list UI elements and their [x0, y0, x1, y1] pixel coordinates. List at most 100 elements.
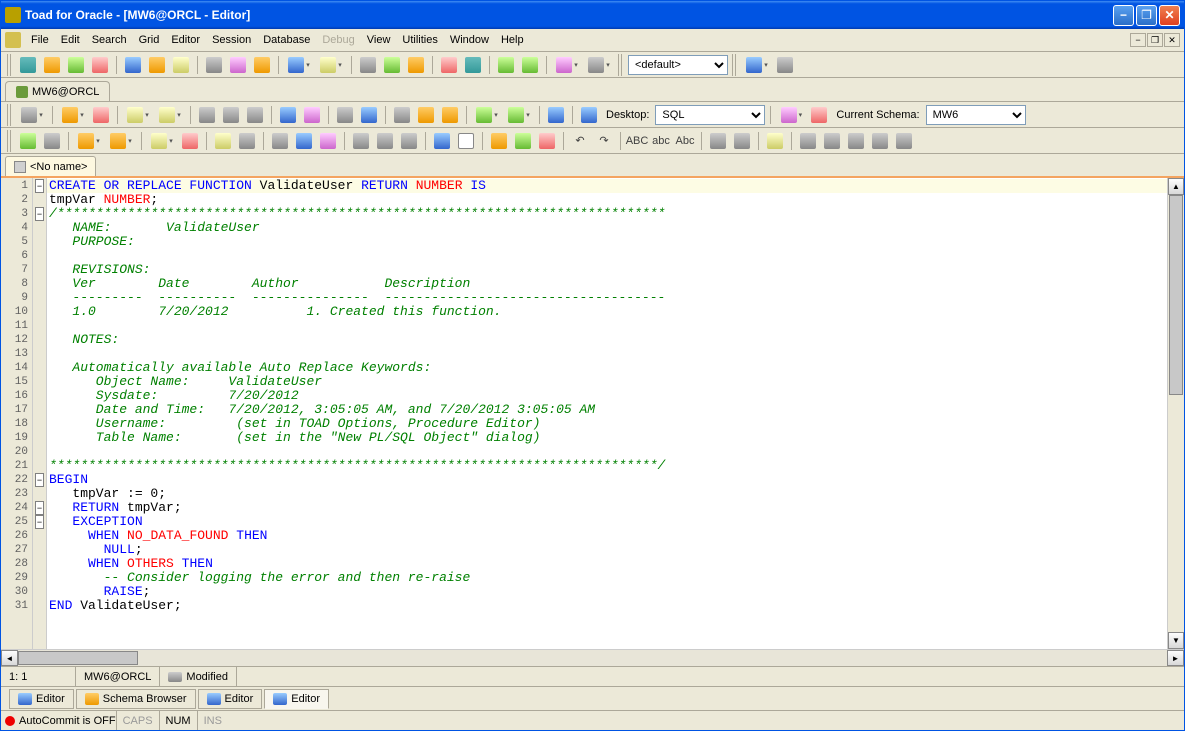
desktop-button[interactable] [578, 104, 600, 126]
toolbar-grip[interactable] [618, 54, 624, 76]
fold-toggle[interactable]: − [35, 515, 44, 529]
menu-help[interactable]: Help [495, 32, 530, 48]
lowercase-button[interactable]: abc [650, 130, 672, 152]
maximize-button[interactable] [1136, 5, 1157, 26]
menu-database[interactable]: Database [257, 32, 316, 48]
compile-deps-button[interactable] [106, 130, 136, 152]
run-script-button[interactable] [212, 130, 234, 152]
scroll-right-button[interactable]: ► [1167, 650, 1184, 666]
sql-editor-button[interactable] [122, 54, 144, 76]
outdent-button[interactable] [731, 130, 753, 152]
hscroll-thumb[interactable] [18, 651, 138, 665]
new-connection-button[interactable] [17, 54, 39, 76]
bookmark5-button[interactable] [893, 130, 915, 152]
schema-browser-button[interactable] [146, 54, 168, 76]
commit-button[interactable] [65, 54, 87, 76]
next-result-button[interactable] [764, 130, 786, 152]
menu-utilities[interactable]: Utilities [396, 32, 443, 48]
find-button[interactable] [552, 54, 582, 76]
schema-combo[interactable]: MW6 [926, 105, 1026, 125]
query-builder-button[interactable] [227, 54, 249, 76]
bottom-tab-editor-3[interactable]: Editor [264, 689, 329, 709]
format-button[interactable] [488, 130, 510, 152]
default-combo[interactable]: <default> [628, 55, 728, 75]
copy-button[interactable] [374, 130, 396, 152]
nav-fwd-button[interactable] [504, 104, 534, 126]
undo-button[interactable]: ↶ [569, 130, 591, 152]
fold-toggle[interactable]: − [35, 473, 44, 487]
toolbar-grip[interactable] [7, 104, 13, 126]
toolbar-grip[interactable] [732, 54, 738, 76]
mdi-close-button[interactable]: ✕ [1164, 33, 1180, 47]
download-button[interactable] [519, 54, 541, 76]
team-button[interactable] [742, 54, 772, 76]
execute-button[interactable] [17, 130, 39, 152]
explain-button[interactable] [415, 104, 437, 126]
menu-editor[interactable]: Editor [165, 32, 206, 48]
paste-button[interactable] [398, 130, 420, 152]
bookmark1-button[interactable] [797, 130, 819, 152]
reports-button[interactable] [316, 54, 346, 76]
execute-script-button[interactable] [41, 130, 63, 152]
end-connection-button[interactable] [41, 54, 63, 76]
code-area[interactable]: CREATE OR REPLACE FUNCTION ValidateUser … [47, 178, 1167, 649]
tuning-button[interactable] [439, 104, 461, 126]
grid-button[interactable] [391, 104, 413, 126]
schema-sync-button[interactable] [776, 104, 806, 126]
mdi-restore-button[interactable]: ❐ [1147, 33, 1163, 47]
close-button[interactable] [1159, 5, 1180, 26]
scroll-down-button[interactable]: ▼ [1168, 632, 1184, 649]
cancel-button[interactable] [808, 104, 830, 126]
toolbar-grip[interactable] [7, 54, 13, 76]
db-browser-button[interactable] [284, 54, 314, 76]
proc-editor-button[interactable] [170, 54, 192, 76]
comment-button[interactable] [512, 130, 534, 152]
close-tab-button[interactable] [90, 104, 112, 126]
describe-button[interactable] [358, 104, 380, 126]
minimize-button[interactable] [1113, 5, 1134, 26]
connection-tab[interactable]: MW6@ORCL [5, 81, 110, 101]
uppercase-button[interactable]: ABC [626, 130, 648, 152]
menu-window[interactable]: Window [444, 32, 495, 48]
cut-button[interactable] [350, 130, 372, 152]
automation-button[interactable] [381, 54, 403, 76]
save-button[interactable] [196, 104, 218, 126]
menu-session[interactable]: Session [206, 32, 257, 48]
toggle-breakpoint-button[interactable] [179, 130, 201, 152]
fold-toggle[interactable]: − [35, 179, 44, 193]
refresh-button[interactable] [774, 54, 796, 76]
bottom-tab-editor-0[interactable]: Editor [9, 689, 74, 709]
nav-back-button[interactable] [472, 104, 502, 126]
session-browser-button[interactable] [251, 54, 273, 76]
open-button[interactable] [123, 104, 153, 126]
indent-button[interactable] [707, 130, 729, 152]
save-all-button[interactable] [220, 104, 242, 126]
save-as-button[interactable] [244, 104, 266, 126]
export-button[interactable] [438, 54, 460, 76]
scroll-thumb[interactable] [1169, 195, 1183, 395]
profile-button[interactable] [293, 130, 315, 152]
execute-snippet-button[interactable] [236, 130, 258, 152]
new-doc-button[interactable] [431, 130, 453, 152]
trace-button[interactable] [269, 130, 291, 152]
bookmark2-button[interactable] [821, 130, 843, 152]
fold-toggle[interactable]: − [35, 501, 44, 515]
redo-button[interactable]: ↷ [593, 130, 615, 152]
document-tab[interactable]: <No name> [5, 156, 96, 176]
sql-recall-button[interactable] [277, 104, 299, 126]
open-recent-button[interactable] [155, 104, 185, 126]
toolbar-grip[interactable] [7, 130, 13, 152]
scroll-up-button[interactable]: ▲ [1168, 178, 1184, 195]
new-tab-button[interactable] [17, 104, 47, 126]
fold-toggle[interactable]: − [35, 207, 44, 221]
code-editor[interactable]: 1234567891011121314151617181920212223242… [1, 176, 1184, 649]
menu-search[interactable]: Search [86, 32, 133, 48]
bookmark3-button[interactable] [845, 130, 867, 152]
compare-button[interactable] [405, 54, 427, 76]
menu-edit[interactable]: Edit [55, 32, 86, 48]
mdi-minimize-button[interactable]: − [1130, 33, 1146, 47]
options-button[interactable] [584, 54, 614, 76]
desktop-combo[interactable]: SQL [655, 105, 765, 125]
scroll-left-button[interactable]: ◄ [1, 650, 18, 666]
named-sql-button[interactable] [301, 104, 323, 126]
